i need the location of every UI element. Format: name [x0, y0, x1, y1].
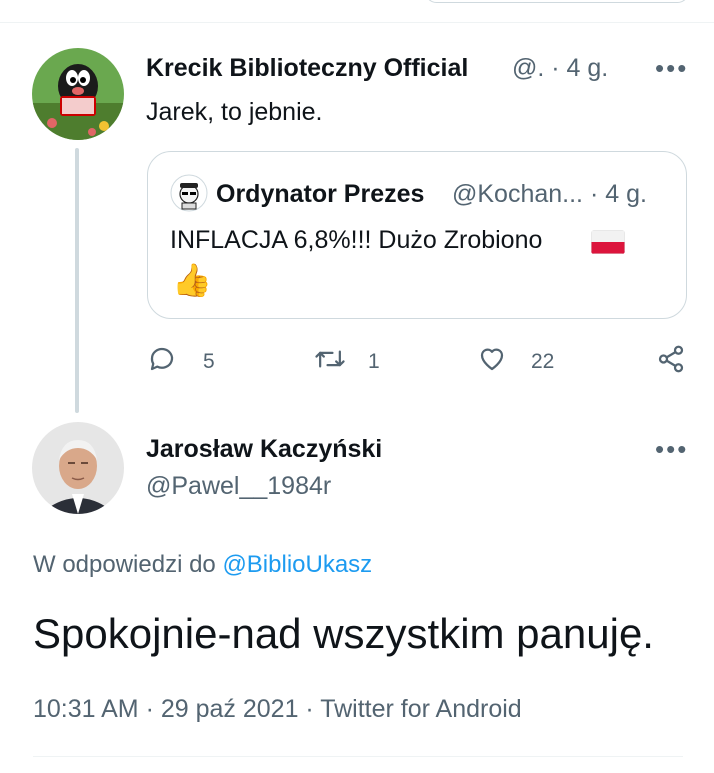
reply-count: 5: [203, 350, 215, 373]
top-divider: [0, 22, 714, 23]
thread-line: [75, 148, 79, 413]
reply-icon[interactable]: [147, 344, 177, 374]
author-handle-2[interactable]: @Pawel__1984r: [146, 470, 331, 502]
quoted-author-name: Ordynator Prezes: [216, 180, 425, 208]
tweet-text: Jarek, to jebnie.: [146, 98, 323, 126]
reply-to-link[interactable]: @BiblioUkasz: [222, 551, 372, 578]
quoted-avatar: [170, 174, 208, 212]
reply-context: W odpowiedzi do @BiblioUkasz: [33, 549, 372, 581]
author-meta[interactable]: @. · 4 g.: [512, 52, 608, 84]
tweet-timestamp[interactable]: 10:31 AM · 29 paź 2021 · Twitter for And…: [33, 693, 522, 725]
quoted-tweet-text: INFLACJA 6,8%!!! Dużo Zrobiono: [170, 226, 543, 254]
reply-prefix: W odpowiedzi do: [33, 551, 216, 578]
author-name-2[interactable]: Jarosław Kaczyński: [146, 433, 382, 465]
like-count: 22: [531, 350, 555, 373]
author-name[interactable]: Krecik Biblioteczny Official: [146, 52, 468, 84]
share-icon[interactable]: [655, 344, 685, 374]
quoted-author-meta: @Kochan... · 4 g.: [452, 180, 647, 208]
more-icon[interactable]: •••: [655, 55, 688, 81]
main-tweet-text: Spokojnie-nad wszystkim panuję.: [33, 610, 654, 657]
more-icon-2[interactable]: •••: [655, 436, 688, 462]
avatar-krecik[interactable]: [32, 48, 124, 140]
top-card-edge: [425, 0, 689, 3]
thumbs-up-icon: 👍: [172, 262, 212, 298]
poland-flag-icon: [591, 230, 625, 254]
bottom-divider: [33, 756, 683, 757]
retweet-icon[interactable]: [314, 344, 345, 374]
like-icon[interactable]: [476, 344, 506, 374]
avatar-kaczynski[interactable]: [32, 422, 124, 514]
retweet-count: 1: [368, 350, 380, 373]
